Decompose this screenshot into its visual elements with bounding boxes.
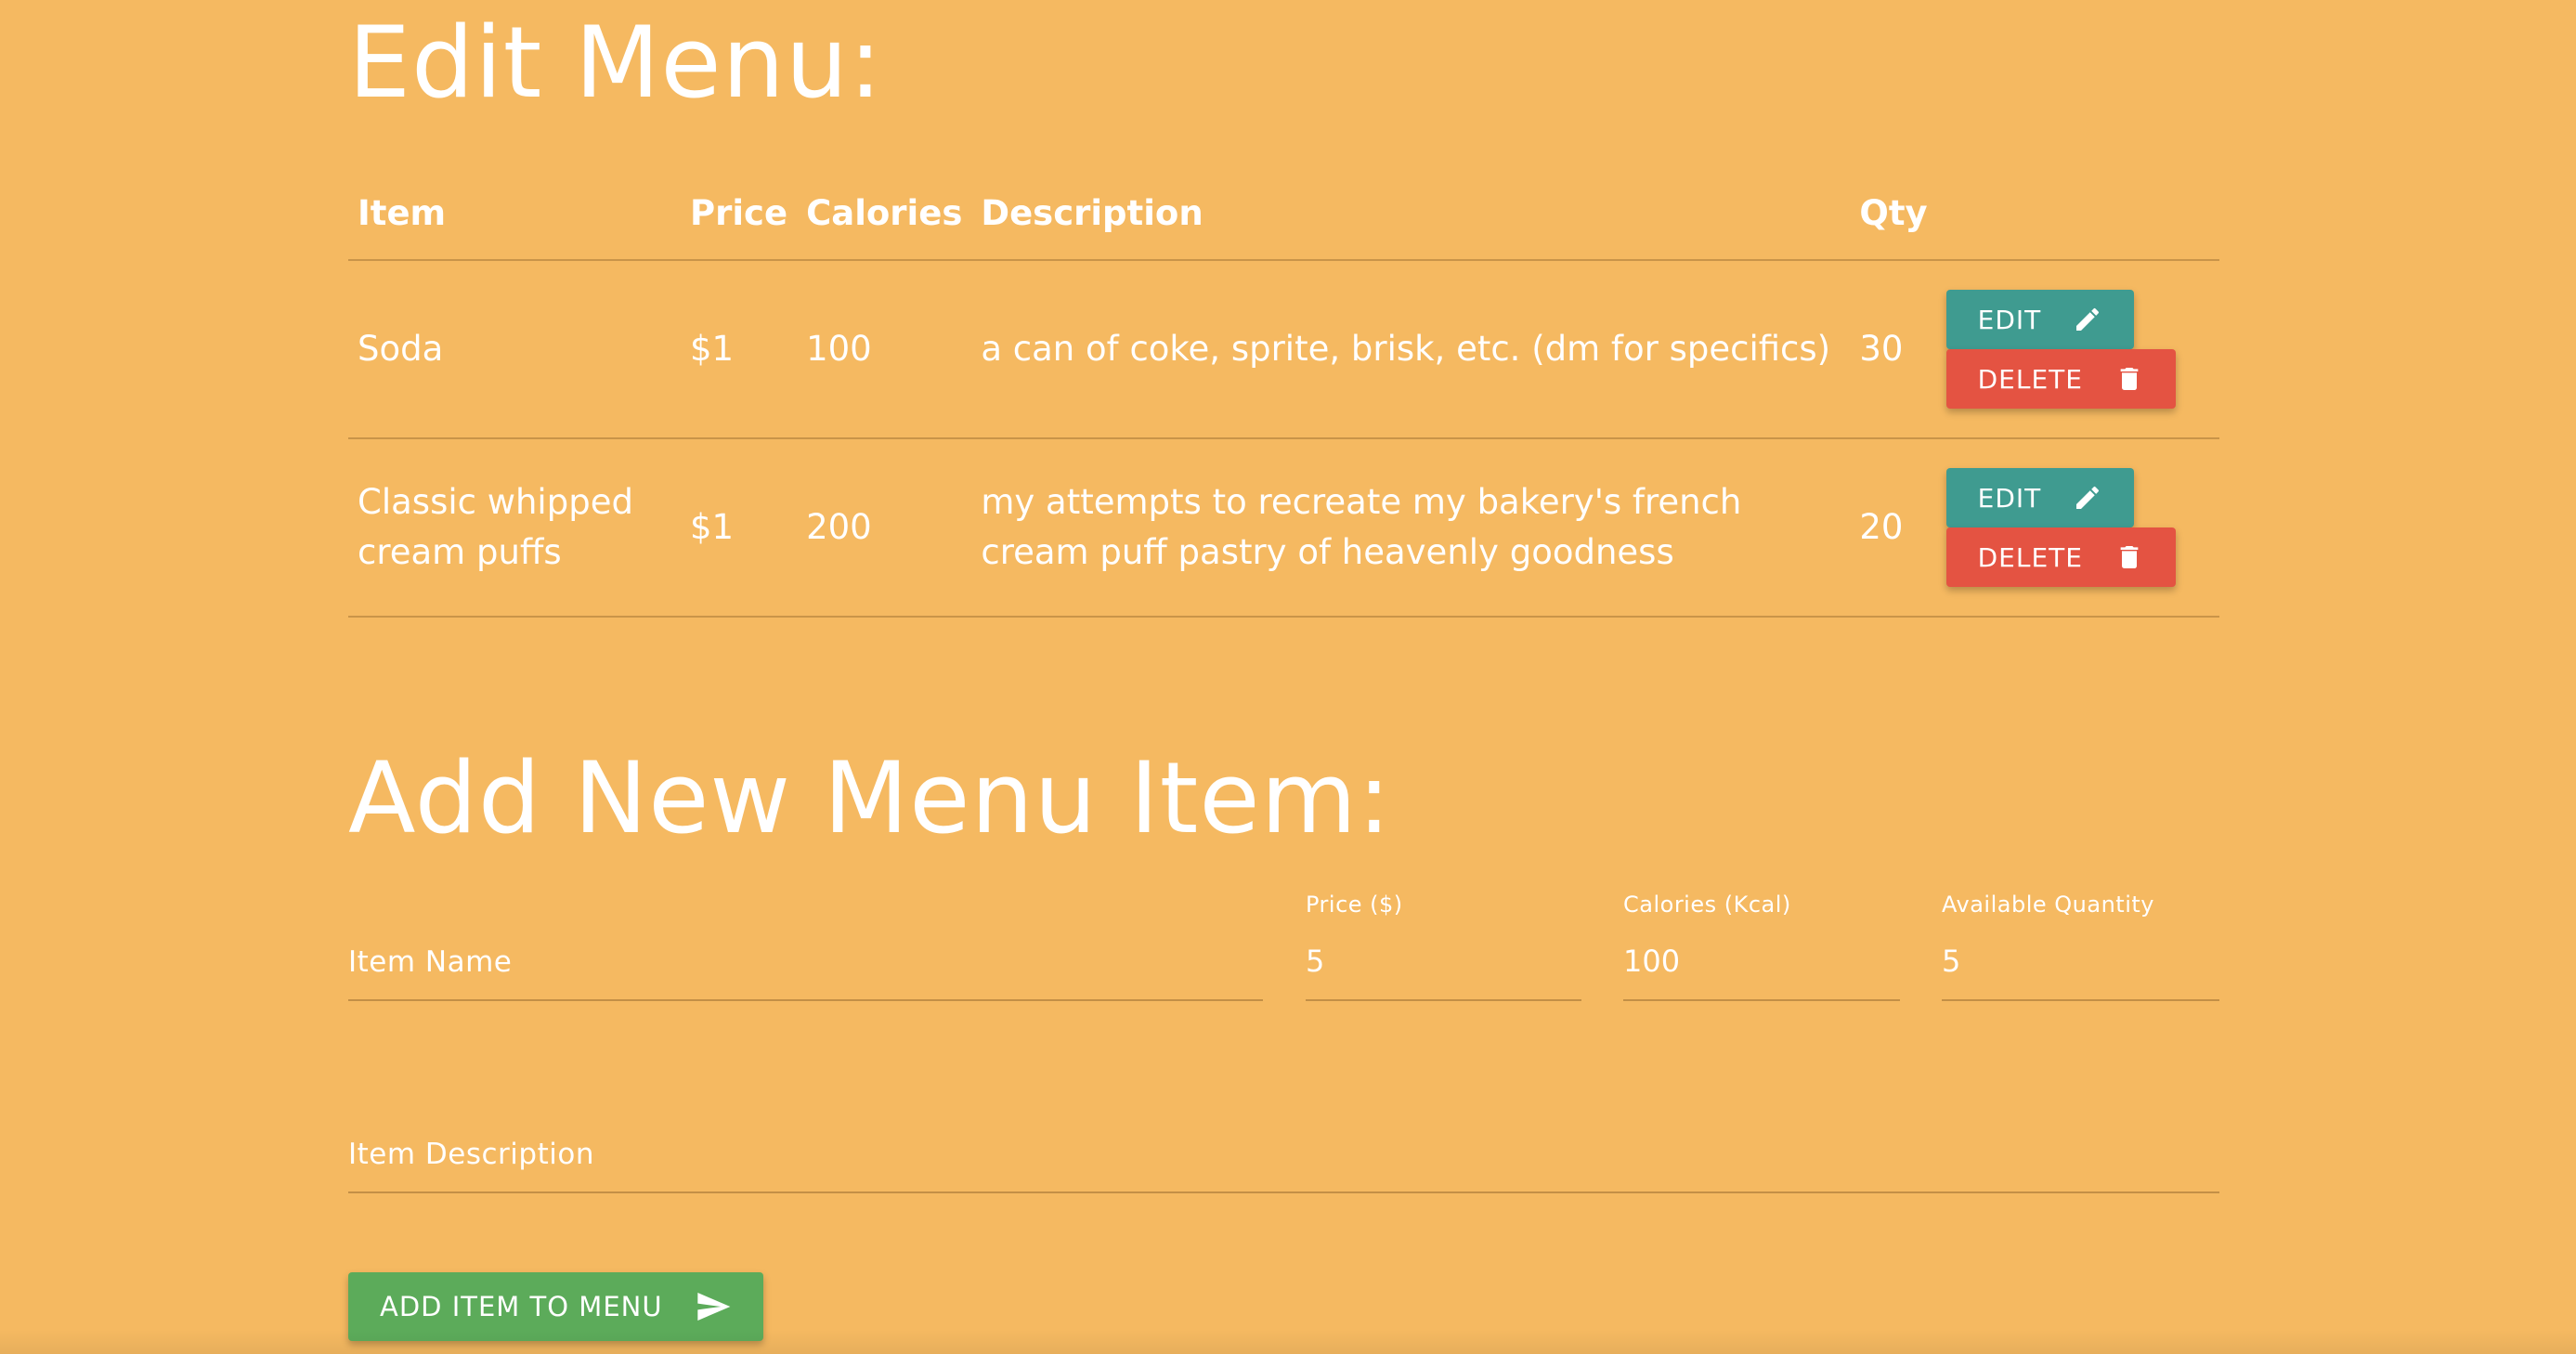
- delete-button[interactable]: DELETE: [1945, 349, 2176, 409]
- send-icon: [696, 1293, 730, 1321]
- item-name-label: Item Name: [348, 945, 513, 979]
- cell-actions: EDIT DELETE: [1936, 260, 2219, 439]
- cell-item: Soda: [348, 260, 681, 439]
- table-row: Classic whipped cream puffs $1 200 my at…: [348, 438, 2219, 618]
- item-name-field[interactable]: Item Name: [348, 892, 1263, 1001]
- item-description-field[interactable]: Item Description: [348, 1105, 2219, 1193]
- pencil-icon: [2076, 486, 2100, 509]
- menu-table: Item Price Calories Description Qty Soda…: [348, 167, 2219, 618]
- calories-value: 100: [1623, 944, 1681, 979]
- cell-qty: 30: [1850, 260, 1937, 439]
- calories-label: Calories (Kcal): [1623, 892, 1791, 918]
- column-header-qty: Qty: [1850, 167, 1937, 261]
- edit-button-label: EDIT: [1977, 482, 2042, 514]
- delete-button[interactable]: DELETE: [1945, 527, 2176, 587]
- calories-field[interactable]: Calories (Kcal) 100: [1623, 892, 1900, 1001]
- cell-price: $1: [681, 260, 798, 439]
- cell-calories: 200: [797, 438, 972, 618]
- quantity-label: Available Quantity: [1942, 892, 2154, 918]
- cell-description: my attempts to recreate my bakery's fren…: [971, 438, 1851, 618]
- add-item-title: Add New Menu Item:: [348, 741, 1392, 855]
- column-header-item: Item: [348, 167, 681, 261]
- column-header-description: Description: [971, 167, 1851, 261]
- item-description-label: Item Description: [348, 1138, 594, 1171]
- trash-icon: [2120, 546, 2139, 568]
- row-actions: EDIT DELETE: [1945, 468, 2210, 587]
- cell-price: $1: [681, 438, 798, 618]
- delete-button-label: DELETE: [1977, 363, 2083, 395]
- column-header-actions: [1936, 167, 2219, 261]
- edit-menu-title: Edit Menu:: [348, 6, 883, 120]
- table-header-row: Item Price Calories Description Qty: [348, 167, 2219, 261]
- cell-qty: 20: [1850, 438, 1937, 618]
- column-header-calories: Calories: [797, 167, 972, 261]
- price-value: 5: [1306, 944, 1325, 979]
- cell-item: Classic whipped cream puffs: [348, 438, 681, 618]
- price-field[interactable]: Price ($) 5: [1306, 892, 1581, 1001]
- bottom-shade: [0, 1330, 2576, 1354]
- cell-actions: EDIT DELETE: [1936, 438, 2219, 618]
- quantity-value: 5: [1942, 944, 1961, 979]
- trash-icon: [2120, 368, 2139, 390]
- edit-button-label: EDIT: [1977, 304, 2042, 335]
- edit-button[interactable]: EDIT: [1945, 290, 2135, 349]
- delete-button-label: DELETE: [1977, 541, 2083, 573]
- column-header-price: Price: [681, 167, 798, 261]
- add-item-button-label: ADD ITEM TO MENU: [380, 1291, 663, 1322]
- cell-description: a can of coke, sprite, brisk, etc. (dm f…: [971, 260, 1851, 439]
- edit-button[interactable]: EDIT: [1945, 468, 2135, 527]
- row-actions: EDIT DELETE: [1945, 290, 2210, 409]
- cell-calories: 100: [797, 260, 972, 439]
- pencil-icon: [2076, 307, 2100, 331]
- price-label: Price ($): [1306, 892, 1403, 918]
- table-row: Soda $1 100 a can of coke, sprite, brisk…: [348, 260, 2219, 439]
- quantity-field[interactable]: Available Quantity 5: [1942, 892, 2219, 1001]
